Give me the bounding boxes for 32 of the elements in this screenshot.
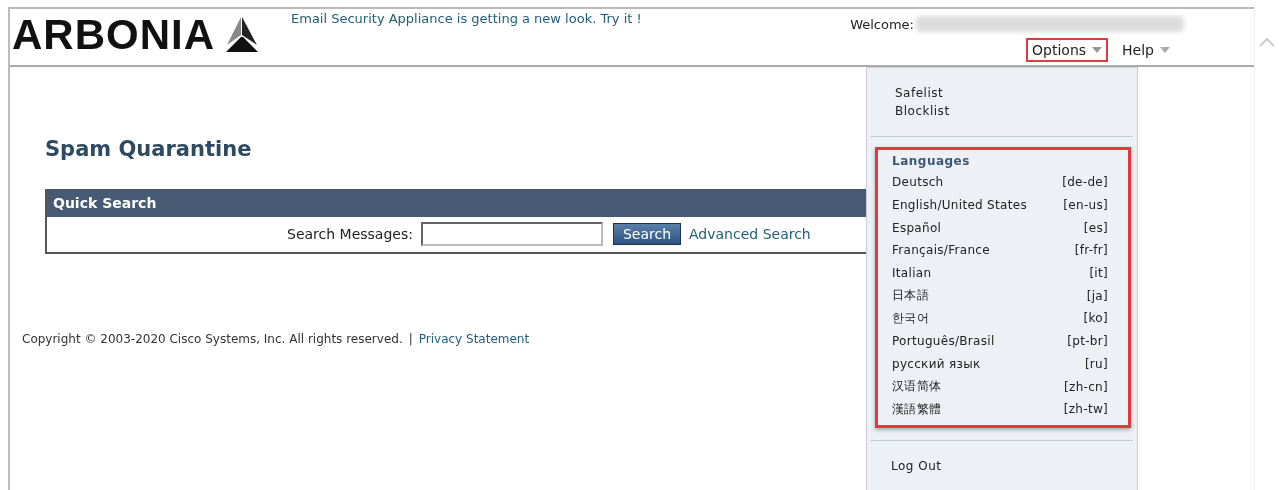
language-item[interactable]: Deutsch [de-de] <box>892 171 1108 194</box>
language-item[interactable]: 한국어 [ko] <box>892 307 1108 330</box>
language-item[interactable]: русский язык [ru] <box>892 352 1108 376</box>
logout-item[interactable]: Log Out <box>891 456 1133 475</box>
search-label: Search Messages: <box>287 226 413 242</box>
privacy-link[interactable]: Privacy Statement <box>418 332 530 346</box>
languages-heading: Languages <box>892 154 971 168</box>
menu-item[interactable]: Blocklist <box>895 102 1133 120</box>
language-item[interactable]: Français/France [fr-fr] <box>892 239 1108 262</box>
separator: | <box>408 332 413 346</box>
menu-item[interactable]: Safelist <box>895 84 1133 102</box>
search-button[interactable]: Search <box>612 223 682 245</box>
language-item[interactable]: English/United States [en-us] <box>892 193 1108 217</box>
caret-icon <box>1160 47 1170 53</box>
search-field[interactable] <box>420 222 603 246</box>
announcement-link[interactable]: Email Security Appliance is getting a new look. Try it ! <box>291 11 642 26</box>
language-item[interactable]: Italian [it] <box>892 261 1108 285</box>
caret-icon <box>1092 47 1103 53</box>
language-item[interactable]: Português/Brasil [pt-br] <box>892 329 1108 353</box>
language-item[interactable]: 日本語 [ja] <box>892 284 1108 308</box>
logo-text: ARBONIA <box>12 15 215 55</box>
nav-menu-button[interactable]: Options <box>1026 38 1109 62</box>
language-item[interactable]: Español [es] <box>892 216 1108 240</box>
advanced-search-link[interactable]: Advanced Search <box>689 226 811 242</box>
language-item[interactable]: 汉语简体 [zh-cn] <box>892 375 1108 398</box>
language-item[interactable]: 漢語繁體 [zh-tw] <box>892 397 1108 421</box>
welcome-label: Welcome: <box>850 16 914 32</box>
copyright-text: Copyright © 2003-2020 Cisco Systems, Inc. All rights reserved. <box>22 332 403 346</box>
nav-menu-button[interactable]: Help <box>1116 38 1176 62</box>
page-title: Spam Quarantine <box>45 137 253 161</box>
scroll-up-icon[interactable] <box>1259 37 1275 47</box>
logo-icon <box>225 17 259 53</box>
